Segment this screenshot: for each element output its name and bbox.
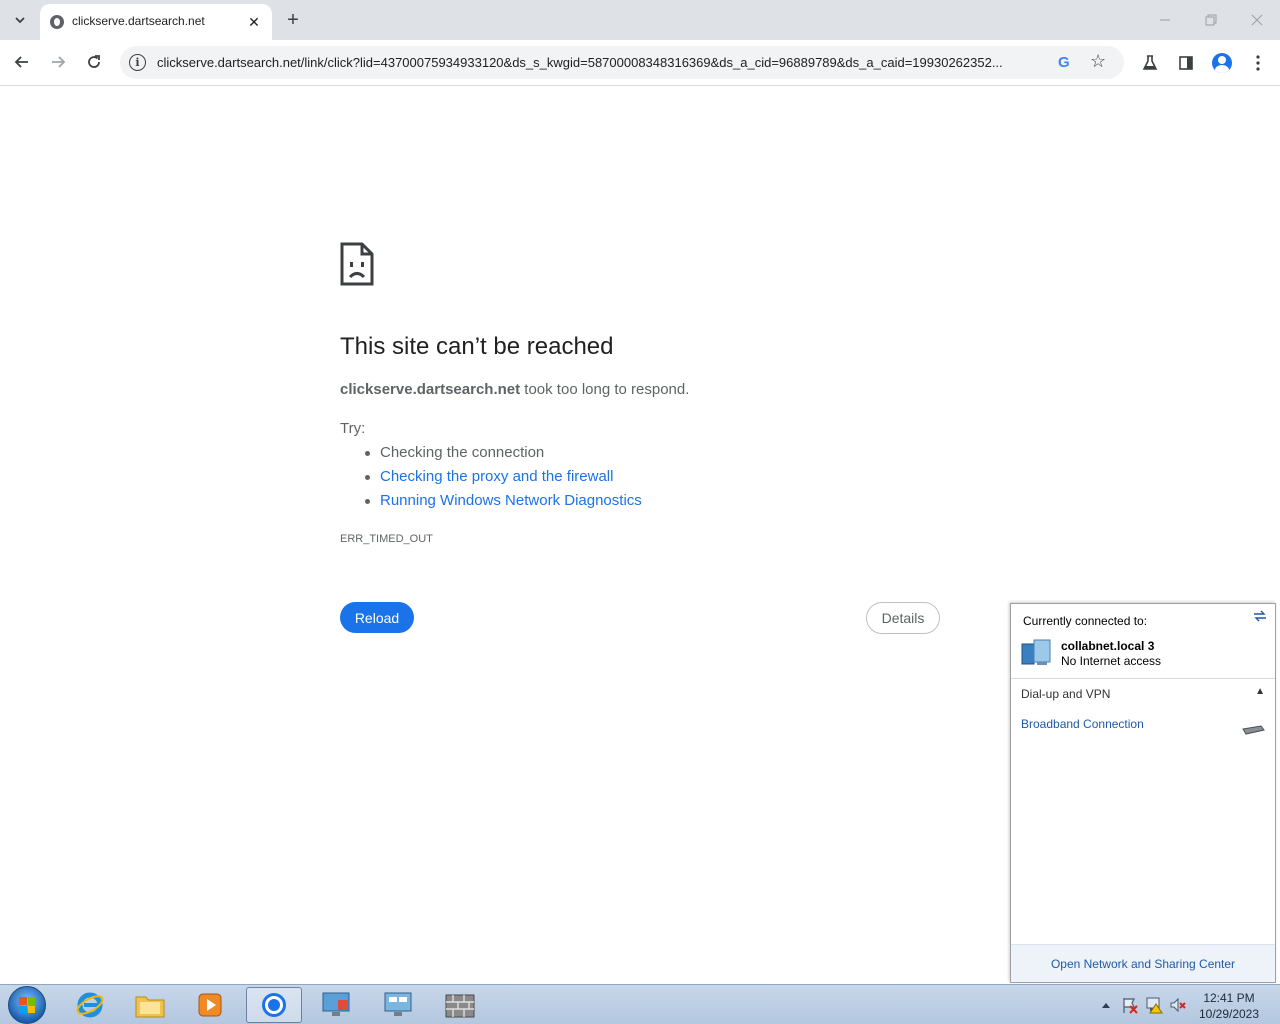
- sad-page-icon: [340, 242, 374, 291]
- clock-time: 12:41 PM: [1203, 991, 1255, 1005]
- new-tab-button[interactable]: +: [282, 9, 304, 31]
- forward-arrow-icon[interactable]: [44, 48, 72, 76]
- suggestion-list: Checking the connection Checking the pro…: [365, 443, 642, 515]
- media-player-icon[interactable]: [182, 987, 238, 1023]
- refresh-connections-icon[interactable]: [1253, 610, 1267, 625]
- profile-icon: [1212, 53, 1232, 73]
- kebab-menu-icon[interactable]: [1246, 51, 1270, 75]
- open-network-sharing-center-link[interactable]: Open Network and Sharing Center: [1051, 957, 1235, 971]
- flyout-footer: Open Network and Sharing Center: [1011, 944, 1275, 982]
- side-panel-icon[interactable]: [1174, 51, 1198, 75]
- restore-button[interactable]: [1196, 8, 1226, 32]
- screen: clickserve.dartsearch.net ✕ + i clickser…: [0, 0, 1280, 1024]
- network-status: No Internet access: [1061, 654, 1162, 668]
- tab-search-icon[interactable]: [8, 8, 32, 32]
- server-manager-icon[interactable]: [370, 987, 426, 1023]
- network-computer-icon: [1020, 638, 1054, 668]
- try-label: Try:: [340, 420, 366, 437]
- back-arrow-icon[interactable]: [8, 48, 36, 76]
- close-window-button[interactable]: [1242, 8, 1272, 32]
- url-text[interactable]: clickserve.dartsearch.net/link/click?lid…: [157, 55, 1057, 70]
- broadband-connection-link[interactable]: Broadband Connection: [1021, 717, 1144, 731]
- minimize-button[interactable]: [1150, 8, 1180, 32]
- network-tray-icon[interactable]: [1144, 995, 1164, 1015]
- file-explorer-icon[interactable]: [122, 987, 178, 1023]
- tab-active[interactable]: clickserve.dartsearch.net ✕: [40, 4, 272, 40]
- tab-title: clickserve.dartsearch.net: [72, 14, 205, 28]
- reload-icon[interactable]: [80, 48, 108, 76]
- chrome-taskbar-icon[interactable]: [246, 987, 302, 1023]
- profile-button[interactable]: [1210, 51, 1234, 75]
- error-host: clickserve.dartsearch.net: [340, 381, 521, 398]
- error-description: clickserve.dartsearch.net took too long …: [340, 381, 689, 398]
- show-hidden-icons-icon[interactable]: [1096, 995, 1116, 1015]
- taskbar-clock[interactable]: 12:41 PM 10/29/2023: [1193, 990, 1265, 1022]
- browser-toolbar: i clickserve.dartsearch.net/link/click?l…: [0, 40, 1280, 86]
- windows-taskbar: 12:41 PM 10/29/2023: [0, 984, 1280, 1024]
- internet-explorer-icon[interactable]: [62, 987, 118, 1023]
- star-icon[interactable]: ☆: [1090, 51, 1106, 72]
- network-flyout: Currently connected to: collabnet.local …: [1010, 603, 1276, 983]
- flyout-divider: [1011, 678, 1275, 679]
- info-icon[interactable]: i: [129, 54, 146, 71]
- error-code: ERR_TIMED_OUT: [340, 533, 433, 545]
- tab-strip: clickserve.dartsearch.net ✕ +: [0, 0, 1280, 40]
- error-message: took too long to respond.: [520, 381, 690, 398]
- start-button[interactable]: [8, 986, 46, 1024]
- chevron-up-icon[interactable]: ▲: [1255, 686, 1265, 697]
- windows-logo-icon: [19, 997, 35, 1013]
- globe-favicon-icon: [50, 15, 64, 29]
- firewall-icon[interactable]: [432, 987, 488, 1023]
- details-button[interactable]: Details: [866, 602, 940, 634]
- suggestion-check-proxy-link[interactable]: Checking the proxy and the firewall: [365, 467, 642, 491]
- address-bar[interactable]: i clickserve.dartsearch.net/link/click?l…: [120, 46, 1124, 79]
- network-name: collabnet.local 3: [1061, 639, 1155, 653]
- suggestion-network-diagnostics-link[interactable]: Running Windows Network Diagnostics: [365, 491, 642, 515]
- labs-flask-icon[interactable]: [1138, 51, 1162, 75]
- dialup-vpn-label: Dial-up and VPN: [1021, 687, 1111, 701]
- close-icon[interactable]: ✕: [244, 12, 264, 32]
- volume-muted-icon[interactable]: [1168, 995, 1188, 1015]
- clock-date: 10/29/2023: [1198, 1007, 1260, 1021]
- modem-icon: [1241, 722, 1265, 735]
- reload-button[interactable]: Reload: [340, 602, 414, 633]
- error-title: This site can’t be reached: [340, 333, 614, 360]
- system-tray: [1096, 995, 1188, 1015]
- action-center-flag-icon[interactable]: [1120, 995, 1140, 1015]
- flyout-header: Currently connected to:: [1023, 614, 1148, 628]
- google-icon[interactable]: G: [1058, 54, 1070, 71]
- remote-desktop-icon[interactable]: [308, 987, 364, 1023]
- suggestion-check-connection: Checking the connection: [365, 443, 642, 467]
